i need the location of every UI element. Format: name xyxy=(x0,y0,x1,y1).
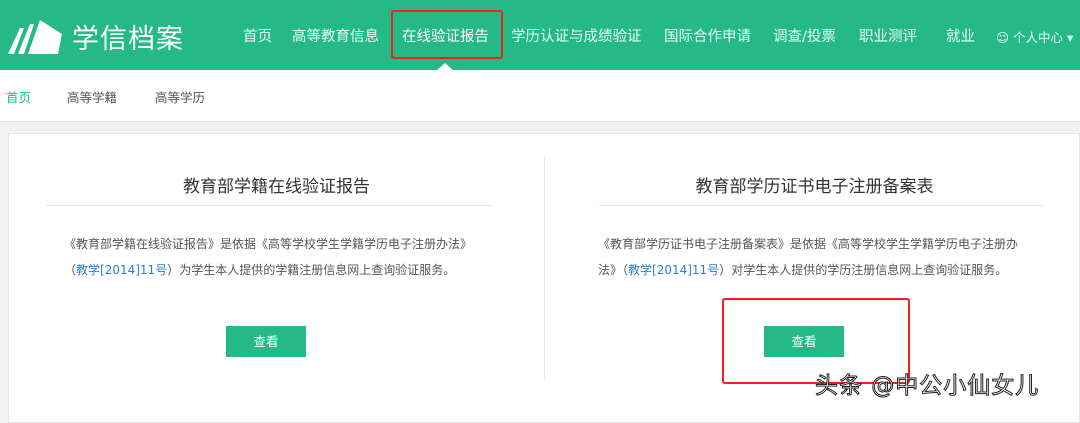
user-menu[interactable]: ☺ 个人中心 ▾ xyxy=(996,27,1073,46)
panel-title: 教育部学籍在线验证报告 xyxy=(183,177,370,197)
nav-degree-certification[interactable]: 学历认证与成绩验证 xyxy=(511,25,642,46)
view-enrollment-report-button[interactable]: 查看 xyxy=(226,326,306,357)
desc-text: ）对学生本人提供的学历注册信息网上查询验证服务。 xyxy=(719,263,1008,277)
chevron-down-icon: ▾ xyxy=(1067,30,1074,45)
panel-description: 《教育部学历证书电子注册备案表》是依据《高等学校学生学籍学历电子注册办法》（教学… xyxy=(598,231,1028,283)
active-nav-caret xyxy=(437,63,453,70)
logo[interactable]: 学信档案 xyxy=(6,17,184,56)
logo-book-icon xyxy=(8,19,62,54)
nav-survey-vote[interactable]: 调查/投票 xyxy=(773,25,836,46)
regulation-link[interactable]: 教学[2014]11号 xyxy=(628,263,719,277)
logo-text: 学信档案 xyxy=(72,24,184,55)
nav-employment[interactable]: 就业 xyxy=(946,25,975,46)
nav-career-assessment[interactable]: 职业测评 xyxy=(859,25,917,46)
nav-home[interactable]: 首页 xyxy=(243,25,272,46)
panel-divider xyxy=(599,205,1044,206)
subnav-home[interactable]: 首页 xyxy=(6,87,31,106)
highlight-box-nav xyxy=(391,10,503,59)
panel-divider xyxy=(46,205,491,206)
nav-international-cooperation[interactable]: 国际合作申请 xyxy=(664,25,751,46)
subnav-higher-degree[interactable]: 高等学历 xyxy=(155,87,205,106)
vertical-divider xyxy=(544,156,545,381)
watermark: 头条 @中公小仙女儿 xyxy=(814,373,1040,400)
panel-title: 教育部学历证书电子注册备案表 xyxy=(695,177,934,197)
nav-higher-education-info[interactable]: 高等教育信息 xyxy=(292,25,379,46)
user-icon: ☺ xyxy=(996,30,1010,45)
sub-navigation: 首页 高等学籍 高等学历 xyxy=(0,70,1080,122)
subnav-higher-enrollment[interactable]: 高等学籍 xyxy=(67,87,117,106)
top-header: 学信档案 首页 高等教育信息 在线验证报告 学历认证与成绩验证 国际合作申请 调… xyxy=(0,0,1080,70)
regulation-link[interactable]: 教学[2014]11号 xyxy=(76,263,167,277)
desc-text: ）为学生本人提供的学籍注册信息网上查询验证服务。 xyxy=(167,263,456,277)
user-menu-label: 个人中心 xyxy=(1013,30,1064,45)
panel-description: 《教育部学籍在线验证报告》是依据《高等学校学生学籍学历电子注册办法》（教学[20… xyxy=(64,231,489,283)
